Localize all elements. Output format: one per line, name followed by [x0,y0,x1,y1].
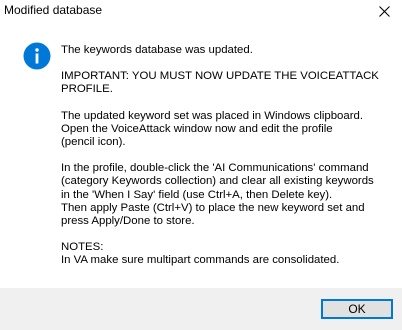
info-icon [23,42,51,70]
message-paragraph: NOTES: In VA make sure multipart command… [61,241,340,267]
window-title: Modified database [4,3,103,17]
button-bar: OK [0,288,402,330]
ok-button[interactable]: OK [321,299,393,319]
close-icon [379,6,390,17]
message-paragraph: IMPORTANT: YOU MUST NOW UPDATE THE VOICE… [61,70,379,96]
message-paragraph: The keywords database was updated. [61,44,253,56]
title-bar[interactable]: Modified database [0,0,402,24]
close-button[interactable] [368,0,402,24]
message-area: The keywords database was updated. IMPOR… [0,24,402,288]
message-paragraph: In the profile, double-click the 'AI Com… [61,162,374,228]
message-paragraph: The updated keyword set was placed in Wi… [61,109,364,149]
message-text: The keywords database was updated. IMPOR… [61,44,397,281]
message-dialog: Modified database The keywords database … [0,0,402,330]
